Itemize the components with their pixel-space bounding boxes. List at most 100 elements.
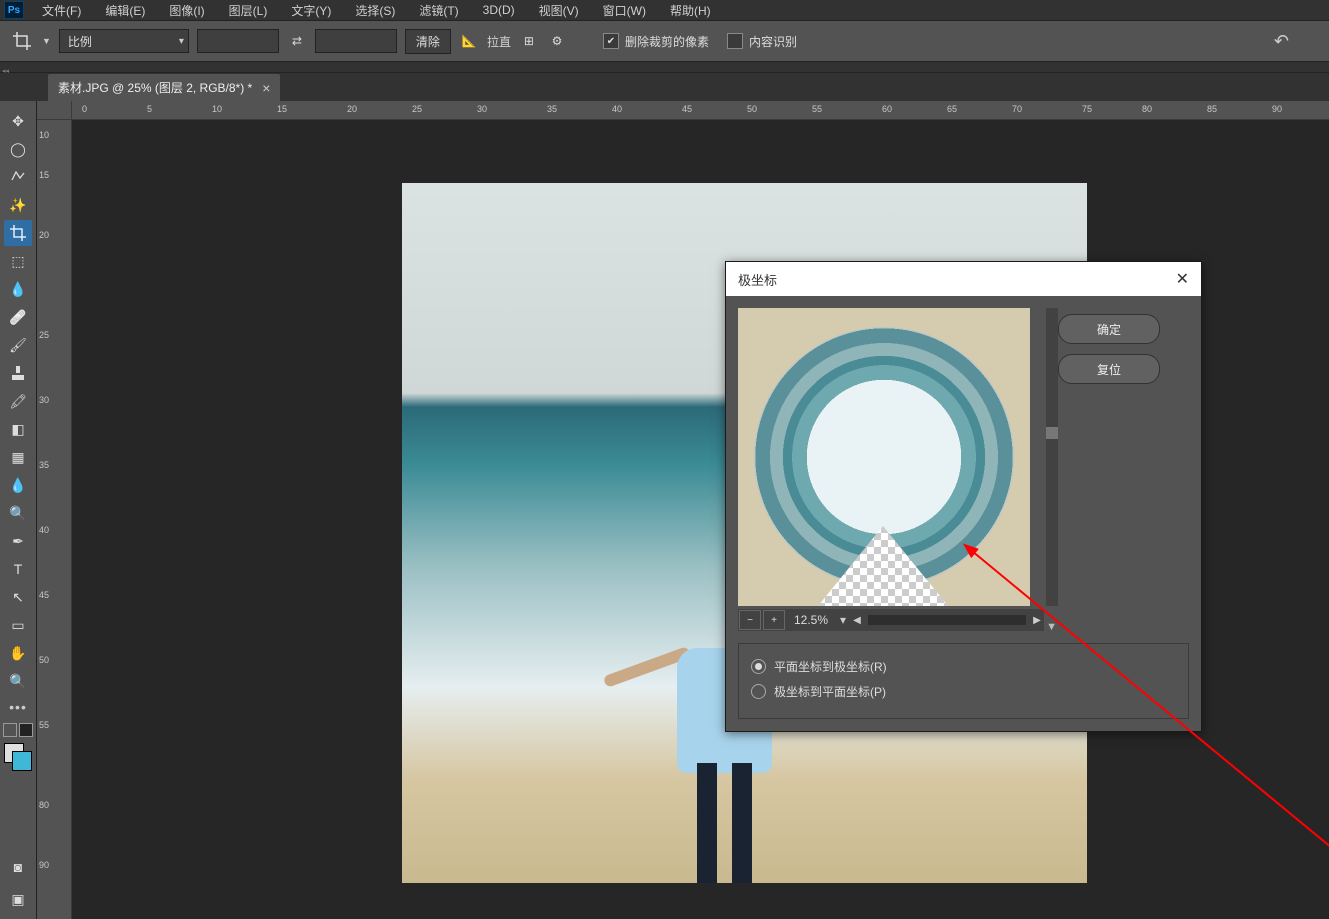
ruler-tick: 80 [1142,104,1152,114]
menu-type[interactable]: 文字(Y) [279,0,343,21]
brush-tool[interactable]: 🖌 [4,332,32,358]
ruler-tick: 15 [39,171,49,180]
polar-to-rect-radio[interactable] [751,684,766,699]
scroll-left-icon[interactable]: ◀ [850,615,864,626]
dialog-close-icon[interactable]: ✕ [1176,269,1189,289]
delete-cropped-checkbox[interactable] [603,33,619,49]
eyedropper-tool[interactable]: 💧 [4,276,32,302]
filter-preview[interactable] [738,308,1030,606]
preview-hscroll[interactable] [868,615,1026,625]
polar-to-rect-label: 极坐标到平面坐标(P) [774,683,886,700]
ruler-tick: 40 [39,526,49,535]
ok-button[interactable]: 确定 [1058,314,1160,344]
dialog-titlebar[interactable]: 极坐标 ✕ [726,262,1201,296]
screen-mode-icon[interactable]: ▣ [4,886,32,912]
color-swatches[interactable] [4,743,32,771]
ruler-tick: 30 [477,104,487,114]
document-tab-title: 素材.JPG @ 25% (图层 2, RGB/8*) * [58,79,252,96]
ruler-tick: 85 [1207,104,1217,114]
crop-tool[interactable] [4,220,32,246]
preview-vscroll[interactable] [1046,308,1058,606]
dodge-tool[interactable]: 🔍 [4,500,32,526]
rect-to-polar-radio[interactable] [751,659,766,674]
frame-tool[interactable]: ⬚ [4,248,32,274]
crop-width-input[interactable] [197,29,279,53]
menu-image[interactable]: 图像(I) [157,0,216,21]
menu-help[interactable]: 帮助(H) [658,0,723,21]
reset-crop-icon[interactable]: ↶ [1274,31,1289,52]
move-tool[interactable]: ✥ [4,108,32,134]
path-select-tool[interactable]: ↖ [4,584,32,610]
ruler-tick: 20 [347,104,357,114]
ruler-tick: 10 [39,131,49,140]
swap-colors-icon[interactable] [3,723,33,737]
reset-button[interactable]: 复位 [1058,354,1160,384]
ruler-tick: 55 [39,721,49,730]
vertical-ruler: 10 15 20 25 30 35 40 45 50 55 80 90 [37,101,72,919]
rectangle-tool[interactable]: ▭ [4,612,32,638]
lasso-tool[interactable] [4,164,32,190]
background-color[interactable] [12,751,32,771]
ruler-tick: 45 [39,591,49,600]
zoom-dropdown-icon[interactable]: ▾ [836,613,850,627]
content-aware-checkbox[interactable] [727,33,743,49]
ruler-tick: 90 [1272,104,1282,114]
crop-height-input[interactable] [315,29,397,53]
zoom-out-button[interactable]: − [739,610,761,630]
scroll-down-icon[interactable]: ▼ [1046,621,1057,633]
menu-file[interactable]: 文件(F) [30,0,93,21]
healing-brush-tool[interactable]: 🩹 [4,304,32,330]
clear-button[interactable]: 清除 [405,29,451,54]
menu-edit[interactable]: 编辑(E) [93,0,157,21]
work-area: ✥ ◯ ✨ ⬚ 💧 🩹 🖌 🖍 ◧ ▦ 💧 🔍 ✒ T ↖ ▭ ✋ 🔍 ••• … [0,101,1329,919]
ruler-tick: 80 [39,801,49,810]
magic-wand-tool[interactable]: ✨ [4,192,32,218]
zoom-tool[interactable]: 🔍 [4,668,32,694]
quick-mask-icon[interactable]: ◙ [4,854,32,880]
ruler-tick: 50 [747,104,757,114]
menu-view[interactable]: 视图(V) [527,0,591,21]
swap-dimensions-icon[interactable]: ⇄ [287,31,307,51]
horizontal-ruler: 0 5 10 15 20 25 30 35 40 45 50 55 60 65 … [72,101,1329,120]
ruler-tick: 20 [39,231,49,240]
edit-toolbar-icon[interactable]: ••• [9,699,27,715]
ruler-tick: 30 [39,396,49,405]
zoom-value: 12.5% [786,613,836,627]
menu-bar: Ps 文件(F) 编辑(E) 图像(I) 图层(L) 文字(Y) 选择(S) 滤… [0,0,1329,20]
menu-select[interactable]: 选择(S) [343,0,407,21]
menu-3d[interactable]: 3D(D) [471,1,527,19]
crop-settings-icon[interactable]: ⚙ [547,31,567,51]
preview-zoom-row: − + 12.5% ▾ ◀ ▶ [738,609,1044,631]
ruler-tick: 35 [547,104,557,114]
ruler-tick: 25 [39,331,49,340]
menu-filter[interactable]: 滤镜(T) [407,0,470,21]
overlay-grid-icon[interactable]: ⊞ [519,31,539,51]
options-bar: ▼ 比例 ⇄ 清除 📐 拉直 ⊞ ⚙ 删除裁剪的像素 内容识别 ↶ [0,20,1329,62]
straighten-icon[interactable]: 📐 [459,31,479,51]
tab-close-icon[interactable]: × [262,80,270,96]
ratio-preset-select[interactable]: 比例 [59,29,189,53]
menu-window[interactable]: 窗口(W) [591,0,658,21]
panel-handle[interactable] [0,62,1329,73]
type-tool[interactable]: T [4,556,32,582]
document-tab[interactable]: 素材.JPG @ 25% (图层 2, RGB/8*) * × [48,74,280,101]
blur-tool[interactable]: 💧 [4,472,32,498]
pen-tool[interactable]: ✒ [4,528,32,554]
scroll-right-icon[interactable]: ▶ [1030,615,1044,626]
polar-options: 平面坐标到极坐标(R) 极坐标到平面坐标(P) [738,643,1189,719]
ruler-tick: 5 [147,104,152,114]
stamp-tool[interactable] [4,360,32,386]
ruler-tick: 0 [82,104,87,114]
zoom-in-button[interactable]: + [763,610,785,630]
rect-to-polar-label: 平面坐标到极坐标(R) [774,658,887,675]
gradient-tool[interactable]: ▦ [4,444,32,470]
straighten-label: 拉直 [487,33,511,50]
menu-layer[interactable]: 图层(L) [217,0,280,21]
hand-tool[interactable]: ✋ [4,640,32,666]
history-brush-tool[interactable]: 🖍 [4,388,32,414]
tool-preset-dropdown-icon[interactable]: ▼ [42,36,51,46]
dialog-title: 极坐标 [738,270,777,289]
eraser-tool[interactable]: ◧ [4,416,32,442]
crop-tool-icon[interactable] [10,29,34,53]
marquee-tool[interactable]: ◯ [4,136,32,162]
